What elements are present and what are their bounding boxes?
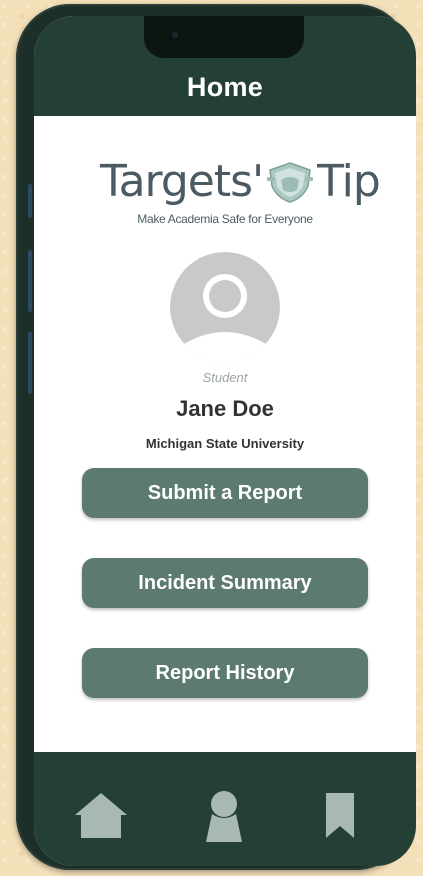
side-button-volume-down: [28, 332, 32, 394]
side-button-volume-up: [28, 250, 32, 312]
bottom-tab-bar: [34, 752, 416, 866]
submit-report-button[interactable]: Submit a Report: [82, 468, 368, 518]
user-name: Jane Doe: [176, 396, 274, 421]
profile-icon: [206, 791, 242, 842]
incident-summary-button[interactable]: Incident Summary: [82, 558, 368, 608]
tab-home[interactable]: [71, 790, 131, 846]
camera-icon: [172, 32, 178, 38]
tab-saved[interactable]: [310, 790, 370, 846]
user-silhouette-icon: [170, 252, 280, 362]
page-title: Home: [186, 72, 264, 102]
logo-tagline: Make Academia Safe for Everyone: [137, 212, 313, 226]
user-school: Michigan State University: [145, 436, 305, 451]
tab-profile[interactable]: [194, 790, 254, 846]
shield-icon: [267, 161, 314, 203]
logo-text-left: Targets': [100, 156, 264, 207]
report-history-button[interactable]: Report History: [82, 648, 368, 698]
logo-wordmark: Targets' Tip: [100, 156, 381, 207]
avatar[interactable]: [170, 252, 280, 362]
home-icon: [75, 793, 127, 838]
app-logo: Targets' Tip Make Academia Safe for Ever…: [34, 156, 416, 236]
app-header: Home: [34, 16, 416, 116]
phone-notch: [144, 16, 304, 58]
bookmark-icon: [326, 793, 354, 838]
app-screen: Home Targets' Tip Make Academia Safe for…: [34, 16, 416, 866]
user-role: Student: [202, 370, 248, 385]
side-button-mute: [28, 184, 32, 218]
logo-text-right: Tip: [317, 156, 381, 207]
